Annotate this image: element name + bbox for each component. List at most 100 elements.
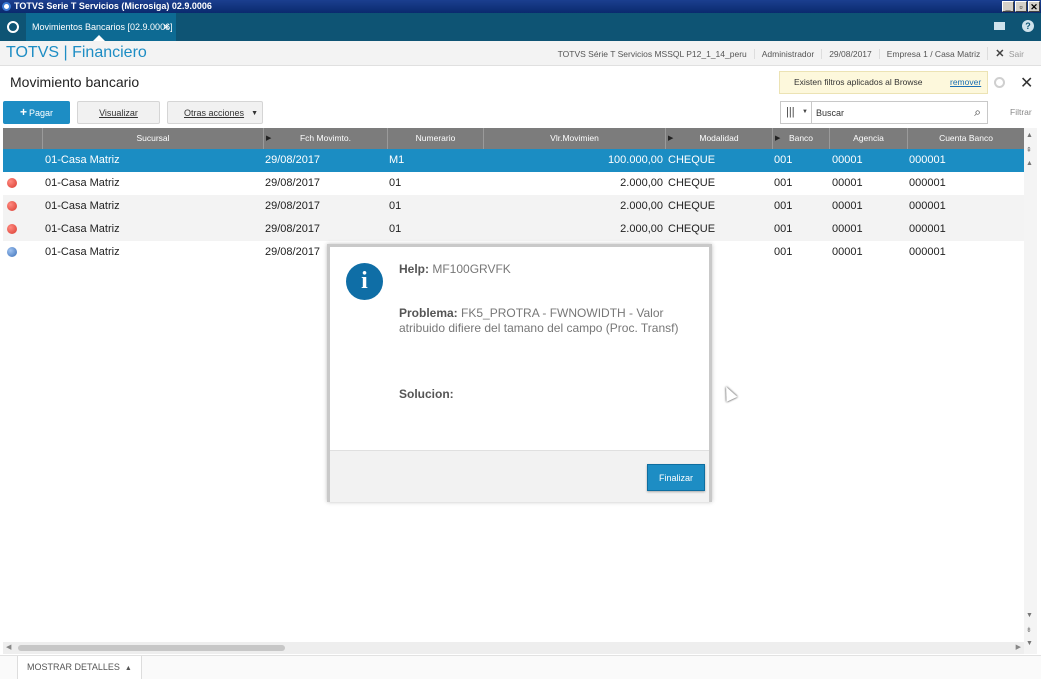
cell-fecha: 29/08/2017 xyxy=(265,223,321,235)
view-button[interactable]: Visualizar xyxy=(77,101,160,124)
cell-banco: 001 xyxy=(774,246,793,258)
cell-agencia: 00001 xyxy=(832,177,863,189)
problem-text: Problema: FK5_PROTRA - FWNOWIDTH - Valor… xyxy=(399,306,679,335)
scroll-down-arrow-icon[interactable]: ▼ xyxy=(1026,612,1033,619)
user-label[interactable]: Administrador xyxy=(753,48,821,59)
tab-close-icon[interactable]: ✕ xyxy=(162,13,170,41)
table-row[interactable]: 01-Casa Matriz 29/08/2017 M1 100.000,00 … xyxy=(3,149,1024,172)
cell-numerario: 01 xyxy=(389,200,402,212)
mouse-cursor-icon xyxy=(720,384,738,402)
cell-banco: 001 xyxy=(774,200,793,212)
finish-button[interactable]: Finalizar xyxy=(647,464,705,491)
module-brand: TOTVS | Financiero xyxy=(6,44,147,61)
cell-fecha: 29/08/2017 xyxy=(265,200,321,212)
info-icon: i xyxy=(346,263,383,300)
page-title: Movimiento bancario xyxy=(10,74,140,90)
column-header-modalidad[interactable]: ▶ Modalidad xyxy=(665,128,772,149)
column-header-agencia[interactable]: Agencia xyxy=(829,128,907,149)
cell-cuenta: 000001 xyxy=(909,200,946,212)
sort-arrow-icon: ▶ xyxy=(668,135,674,142)
cell-banco: 001 xyxy=(774,177,793,189)
window-title: TOTVS Serie T Servicios (Microsiga) 02.9… xyxy=(14,1,212,11)
cell-fecha: 29/08/2017 xyxy=(265,154,321,166)
cell-numerario: 01 xyxy=(389,223,402,235)
cell-valor: 100.000,00 xyxy=(607,154,663,166)
scroll-up-icon[interactable]: ⇞ xyxy=(1026,146,1032,154)
cell-cuenta: 000001 xyxy=(909,154,946,166)
tab-movimientos-bancarios[interactable]: Movimientos Bancarios [02.9.0006] ✕ xyxy=(26,13,176,41)
column-header-fecha[interactable]: ▶ Fch Movimto. xyxy=(263,128,387,149)
cell-numerario: M1 xyxy=(389,154,405,166)
help-code: Help: MF100GRVFK xyxy=(399,262,511,276)
status-column-header xyxy=(3,128,42,149)
environment-label: TOTVS Série T Servicios MSSQL P12_1_14_p… xyxy=(557,48,747,59)
grid-header: Sucursal ▶ Fch Movimto. Numerario Vlr.Mov… xyxy=(3,128,1024,149)
column-header-banco[interactable]: ▶ Banco xyxy=(772,128,829,149)
status-blue-icon xyxy=(7,247,17,257)
cell-valor: 2.000,00 xyxy=(620,177,663,189)
plus-icon: + xyxy=(19,105,27,119)
cell-agencia: 00001 xyxy=(832,246,863,258)
column-header-valor[interactable]: Vlr.Movimien xyxy=(483,128,665,149)
scroll-bottom-icon[interactable]: ▼ xyxy=(1026,640,1033,647)
mail-icon[interactable] xyxy=(994,22,1005,30)
scroll-down-icon[interactable]: ⇟ xyxy=(1026,626,1032,634)
search-icon[interactable]: ⌕ xyxy=(974,105,981,120)
date-label[interactable]: 29/08/2017 xyxy=(821,48,879,59)
minimize-icon[interactable]: _ xyxy=(1002,1,1014,12)
cell-sucursal: 01-Casa Matriz xyxy=(45,154,120,166)
company-label[interactable]: Empresa 1 / Casa Matriz xyxy=(878,48,988,59)
cell-banco: 001 xyxy=(774,223,793,235)
cell-valor: 2.000,00 xyxy=(620,223,663,235)
totvs-logo-icon[interactable] xyxy=(7,21,19,33)
cell-agencia: 00001 xyxy=(832,200,863,212)
scroll-up-arrow-icon[interactable]: ▲ xyxy=(1026,160,1033,167)
exit-button[interactable]: ✕ Sair xyxy=(987,47,1031,60)
pay-button[interactable]: + Pagar xyxy=(3,101,70,124)
gear-icon[interactable] xyxy=(994,77,1005,88)
close-icon[interactable]: ✕ xyxy=(1020,73,1033,93)
scroll-top-icon[interactable]: ▲ xyxy=(1026,132,1033,139)
close-window-icon[interactable]: ✕ xyxy=(1028,1,1040,12)
chevron-down-icon: ▼ xyxy=(802,109,808,115)
search-input[interactable] xyxy=(816,105,961,120)
column-header-numerario[interactable]: Numerario xyxy=(387,128,483,149)
cell-modalidad: CHEQUE xyxy=(668,177,716,189)
column-header-sucursal[interactable]: Sucursal xyxy=(42,128,263,149)
scroll-left-icon[interactable]: ◀ xyxy=(6,642,11,654)
cell-agencia: 00001 xyxy=(832,154,863,166)
filter-button[interactable]: Filtrar xyxy=(1010,107,1032,117)
footer-bar: MOSTRAR DETALLES ▲ xyxy=(0,655,1041,679)
remove-filters-link[interactable]: remover xyxy=(950,72,981,93)
cell-modalidad: CHEQUE xyxy=(668,154,716,166)
cell-sucursal: 01-Casa Matriz xyxy=(45,223,120,235)
exit-icon: ✕ xyxy=(995,48,1005,60)
help-dialog: i Help: MF100GRVFK Problema: FK5_PROTRA … xyxy=(327,244,712,502)
solution-text: Solucion: xyxy=(399,387,454,401)
status-red-icon xyxy=(7,201,17,211)
table-row[interactable]: 01-Casa Matriz 29/08/2017 01 2.000,00 CH… xyxy=(3,172,1024,195)
restore-icon[interactable]: ▫ xyxy=(1015,1,1027,12)
cell-modalidad: CHEQUE xyxy=(668,200,716,212)
column-header-cuenta[interactable]: Cuenta Banco xyxy=(907,128,1024,149)
chevron-down-icon: ▼ xyxy=(251,110,258,117)
scrollbar-thumb[interactable] xyxy=(18,645,285,651)
table-row[interactable]: 01-Casa Matriz 29/08/2017 01 2.000,00 CH… xyxy=(3,218,1024,241)
vertical-scrollbar[interactable]: ▲ ⇞ ▲ ▼ ⇟ ▼ xyxy=(1024,128,1037,654)
status-red-icon xyxy=(7,178,17,188)
columns-icon: ||| xyxy=(786,106,795,118)
cell-fecha: 29/08/2017 xyxy=(265,177,321,189)
columns-selector[interactable]: ||| ▼ xyxy=(781,102,812,123)
cell-valor: 2.000,00 xyxy=(620,200,663,212)
cell-banco: 001 xyxy=(774,154,793,166)
cell-sucursal: 01-Casa Matriz xyxy=(45,177,120,189)
cell-cuenta: 000001 xyxy=(909,177,946,189)
help-icon[interactable]: ? xyxy=(1022,20,1034,32)
show-details-button[interactable]: MOSTRAR DETALLES ▲ xyxy=(17,656,142,679)
scroll-right-icon[interactable]: ▶ xyxy=(1016,642,1021,654)
cell-modalidad: CHEQUE xyxy=(668,223,716,235)
table-row[interactable]: 01-Casa Matriz 29/08/2017 01 2.000,00 CH… xyxy=(3,195,1024,218)
chevron-up-icon: ▲ xyxy=(124,665,132,672)
horizontal-scrollbar[interactable]: ◀ ▶ xyxy=(3,642,1024,654)
other-actions-button[interactable]: Otras acciones ▼ xyxy=(167,101,263,124)
